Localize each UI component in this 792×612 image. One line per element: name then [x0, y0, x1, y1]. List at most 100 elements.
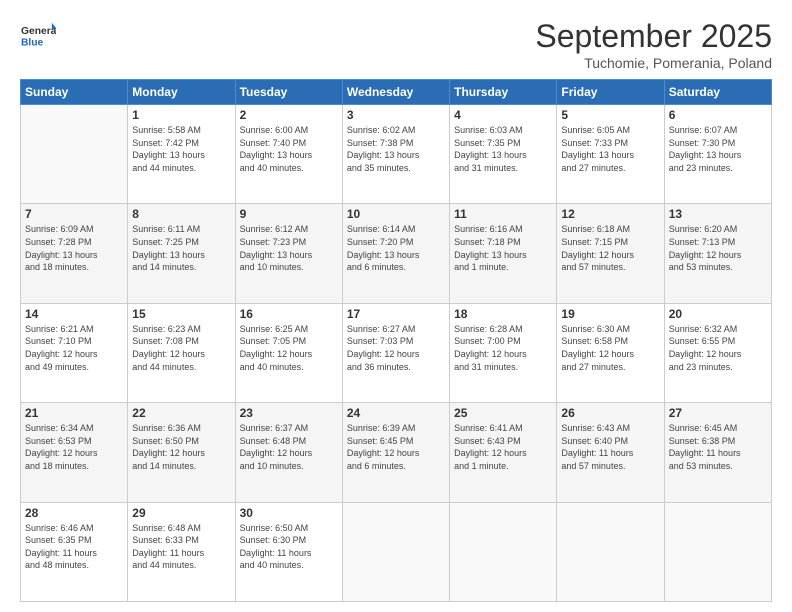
day-info-line: Sunset: 7:18 PM [454, 237, 521, 247]
day-info: Sunrise: 6:09 AMSunset: 7:28 PMDaylight:… [25, 223, 123, 273]
day-info-line: Sunrise: 6:03 AM [454, 125, 523, 135]
day-info-line: Sunrise: 6:43 AM [561, 423, 630, 433]
day-info-line: Sunrise: 6:18 AM [561, 224, 630, 234]
svg-text:Blue: Blue [21, 38, 44, 49]
calendar-cell: 4 Sunrise: 6:03 AMSunset: 7:35 PMDaylight… [450, 105, 557, 204]
day-info-line: Sunset: 6:30 PM [240, 535, 307, 545]
calendar-cell: 22Sunrise: 6:36 AMSunset: 6:50 PMDayligh… [128, 403, 235, 502]
day-info-line: Sunrise: 6:28 AM [454, 324, 523, 334]
day-info-line: and 40 minutes. [240, 163, 304, 173]
day-info-line: and 14 minutes. [132, 262, 196, 272]
day-info-line: Sunset: 6:58 PM [561, 336, 628, 346]
day-info-line: Sunset: 6:50 PM [132, 436, 199, 446]
day-number: 30 [240, 506, 338, 520]
day-info-line: Daylight: 13 hours [240, 150, 313, 160]
day-info: Sunrise: 6:18 AMSunset: 7:15 PMDaylight:… [561, 223, 659, 273]
day-info-line: and 35 minutes. [347, 163, 411, 173]
day-info-line: and 6 minutes. [347, 262, 406, 272]
day-info-line: Sunset: 7:15 PM [561, 237, 628, 247]
day-info-line: Daylight: 12 hours [132, 448, 205, 458]
day-info-line: Sunrise: 6:30 AM [561, 324, 630, 334]
calendar-cell [450, 502, 557, 601]
day-info-line: Daylight: 12 hours [561, 349, 634, 359]
day-info-line: and 23 minutes. [669, 362, 733, 372]
day-info-line: and 23 minutes. [669, 163, 733, 173]
day-number: 6 [669, 108, 767, 122]
day-info-line: Sunrise: 6:37 AM [240, 423, 309, 433]
day-number: 11 [454, 207, 552, 221]
day-info-line: Sunset: 6:35 PM [25, 535, 92, 545]
calendar-cell: 1Sunrise: 5:58 AMSunset: 7:42 PMDaylight… [128, 105, 235, 204]
day-info-line: Daylight: 13 hours [561, 150, 634, 160]
day-info-line: Sunrise: 6:09 AM [25, 224, 94, 234]
day-number: 26 [561, 406, 659, 420]
day-info-line: Sunrise: 6:05 AM [561, 125, 630, 135]
day-info-line: and 53 minutes. [669, 262, 733, 272]
day-info-line: Daylight: 13 hours [132, 150, 205, 160]
day-info-line: Daylight: 11 hours [25, 548, 97, 558]
calendar-cell: 30Sunrise: 6:50 AMSunset: 6:30 PMDayligh… [235, 502, 342, 601]
day-info-line: and 31 minutes. [454, 362, 518, 372]
calendar-cell: 25Sunrise: 6:41 AMSunset: 6:43 PMDayligh… [450, 403, 557, 502]
day-number: 17 [347, 307, 445, 321]
day-info-line: Sunrise: 6:11 AM [132, 224, 200, 234]
day-number: 10 [347, 207, 445, 221]
day-info-line: Sunrise: 6:46 AM [25, 523, 94, 533]
calendar-cell [557, 502, 664, 601]
day-info-line: Sunset: 7:20 PM [347, 237, 414, 247]
col-saturday: Saturday [664, 80, 771, 105]
day-info-line: Sunrise: 5:58 AM [132, 125, 201, 135]
day-info-line: Sunset: 7:30 PM [669, 138, 736, 148]
day-info: Sunrise: 6:16 AMSunset: 7:18 PMDaylight:… [454, 223, 552, 273]
col-thursday: Thursday [450, 80, 557, 105]
day-number: 15 [132, 307, 230, 321]
day-info: Sunrise: 6:00 AMSunset: 7:40 PMDaylight:… [240, 124, 338, 174]
page: General Blue September 2025 Tuchomie, Po… [0, 0, 792, 612]
day-number: 27 [669, 406, 767, 420]
calendar-cell: 7Sunrise: 6:09 AMSunset: 7:28 PMDaylight… [21, 204, 128, 303]
day-info: Sunrise: 6:30 AM Sunset: 6:58 PM Daylight:… [561, 323, 659, 373]
day-info-line: and 10 minutes. [240, 262, 304, 272]
day-info-line: Daylight: 12 hours [25, 349, 98, 359]
day-info: Sunrise: 6:03 AMSunset: 7:35 PMDaylight:… [454, 124, 552, 174]
calendar-header-row: Sunday Monday Tuesday Wednesday Thursday… [21, 80, 772, 105]
day-info-line: Sunset: 7:23 PM [240, 237, 307, 247]
calendar-cell: 17Sunrise: 6:27 AMSunset: 7:03 PMDayligh… [342, 303, 449, 402]
day-info-line: Sunset: 6:43 PM [454, 436, 521, 446]
day-info-line: Daylight: 13 hours [454, 250, 527, 260]
day-number: 4 [454, 108, 552, 122]
day-info-line: Sunset: 7:38 PM [347, 138, 414, 148]
day-info: Sunrise: 6:12 AMSunset: 7:23 PMDaylight:… [240, 223, 338, 273]
day-info-line: Daylight: 12 hours [454, 349, 527, 359]
day-info-line: Daylight: 12 hours [25, 448, 98, 458]
day-number: 29 [132, 506, 230, 520]
calendar-cell: 15Sunrise: 6:23 AMSunset: 7:08 PMDayligh… [128, 303, 235, 402]
day-info: Sunrise: 6:37 AMSunset: 6:48 PMDaylight:… [240, 422, 338, 472]
day-number: 22 [132, 406, 230, 420]
day-info-line: and 18 minutes. [25, 461, 89, 471]
day-info-line: and 49 minutes. [25, 362, 89, 372]
calendar-cell: 2 Sunrise: 6:00 AMSunset: 7:40 PMDaylight… [235, 105, 342, 204]
month-title: September 2025 [535, 18, 772, 55]
day-info-line: Daylight: 11 hours [669, 448, 741, 458]
day-info: Sunrise: 6:39 AMSunset: 6:45 PMDaylight:… [347, 422, 445, 472]
day-number: 2 [240, 108, 338, 122]
calendar: Sunday Monday Tuesday Wednesday Thursday… [20, 79, 772, 602]
day-info: Sunrise: 6:48 AMSunset: 6:33 PMDaylight:… [132, 522, 230, 572]
day-info: Sunrise: 6:07 AMSunset: 7:30 PMDaylight:… [669, 124, 767, 174]
day-info-line: Sunset: 7:33 PM [561, 138, 628, 148]
day-info-line: Sunset: 7:28 PM [25, 237, 92, 247]
calendar-cell: 24Sunrise: 6:39 AMSunset: 6:45 PMDayligh… [342, 403, 449, 502]
day-info-line: Sunrise: 6:32 AM [669, 324, 738, 334]
day-info: Sunrise: 6:32 AMSunset: 6:55 PMDaylight:… [669, 323, 767, 373]
day-info-line: Daylight: 12 hours [454, 448, 527, 458]
day-info-line: Sunrise: 6:12 AM [240, 224, 309, 234]
calendar-cell: 3Sunrise: 6:02 AMSunset: 7:38 PMDaylight… [342, 105, 449, 204]
calendar-cell [664, 502, 771, 601]
calendar-cell: 28 Sunrise: 6:46 AM Sunset: 6:35 PM Dayligh… [21, 502, 128, 601]
day-info-line: Sunrise: 6:48 AM [132, 523, 201, 533]
logo-svg: General Blue [20, 18, 56, 54]
day-info-line: Sunrise: 6:34 AM [25, 423, 94, 433]
day-number: 28 [25, 506, 123, 520]
day-info-line: and 14 minutes. [132, 461, 196, 471]
